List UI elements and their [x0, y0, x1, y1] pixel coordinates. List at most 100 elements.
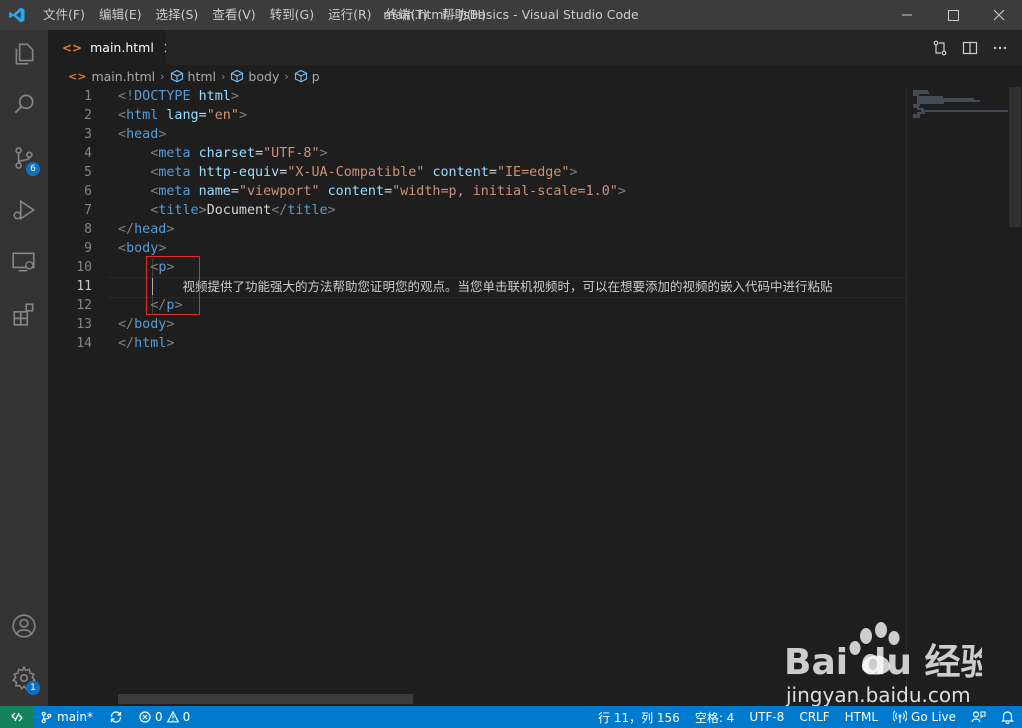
extensions-icon [13, 303, 34, 326]
code-line[interactable]: </body> [118, 315, 906, 334]
status-bar: main* 0 0 行 11，列 156 空格: 4 UTF-8 CRLF HT… [0, 706, 1022, 728]
breadcrumb: <> main.html › html › body › p [48, 65, 908, 87]
eol-setting[interactable]: CRLF [799, 710, 829, 724]
code-token: </ [118, 336, 135, 351]
menu-view[interactable]: 查看(V) [205, 0, 262, 30]
code-editor[interactable]: 1 2 3 4 5 6 7 8 9 10 11 12 13 14 <!DOCTYPE html> <html… [48, 87, 906, 706]
notifications-button[interactable] [1001, 710, 1014, 724]
vertical-scroll-thumb[interactable] [1009, 87, 1021, 227]
code-token: lang [166, 108, 199, 123]
code-line[interactable]: <title>Document</title> [118, 201, 906, 220]
go-live-button[interactable]: Go Live [893, 710, 956, 724]
code-line[interactable]: </head> [118, 220, 906, 239]
activity-accounts[interactable] [0, 602, 48, 650]
menu-selection[interactable]: 选择(S) [149, 0, 206, 30]
feedback-icon [971, 711, 986, 723]
code-token: html [198, 89, 231, 104]
vscode-logo-icon[interactable] [8, 6, 26, 24]
code-token: html [126, 108, 159, 123]
activity-run-debug[interactable] [0, 186, 48, 234]
code-line[interactable]: <head> [118, 125, 906, 144]
watermark-url: jingyan.baidu.com [785, 683, 971, 707]
maximize-icon [948, 10, 959, 21]
code-token: > [158, 241, 167, 256]
minimize-button[interactable] [884, 0, 930, 30]
run-debug-icon [13, 199, 36, 221]
code-line[interactable]: 视频提供了功能强大的方法帮助您证明您的观点。当您单击联机视频时，可以在想要添加的… [118, 277, 906, 296]
menu-edit[interactable]: 编辑(E) [92, 0, 149, 30]
breadcrumb-file[interactable]: <> main.html [68, 69, 155, 84]
code-line[interactable]: <meta charset="UTF-8"> [118, 144, 906, 163]
more-actions-icon[interactable] [992, 40, 1008, 56]
chevron-right-icon: › [160, 69, 165, 83]
activity-remote-explorer[interactable] [0, 238, 48, 286]
activity-explorer[interactable] [0, 30, 48, 78]
language-mode[interactable]: HTML [845, 710, 878, 724]
search-icon [14, 94, 34, 114]
split-editor-icon[interactable] [962, 40, 978, 56]
code-line[interactable]: </html> [118, 334, 906, 353]
feedback-button[interactable] [971, 710, 986, 724]
menu-run[interactable]: 运行(R) [321, 0, 378, 30]
indentation-setting[interactable]: 空格: 4 [695, 709, 735, 726]
title-bar: 文件(F) 编辑(E) 选择(S) 查看(V) 转到(G) 运行(R) 终端(T… [0, 0, 1022, 30]
activity-search[interactable] [0, 80, 48, 128]
line-number: 6 [84, 184, 92, 199]
line-number: 3 [84, 127, 92, 142]
tab-main-html[interactable]: <> main.html [48, 30, 166, 65]
problems-indicator[interactable]: 0 0 [139, 710, 190, 724]
activity-extensions[interactable] [0, 290, 48, 338]
maximize-button[interactable] [930, 0, 976, 30]
tab-close-icon[interactable] [163, 42, 166, 54]
code-content[interactable]: <!DOCTYPE html> <html lang="en"> <head> <m… [118, 87, 906, 353]
open-changes-icon[interactable] [932, 40, 948, 56]
remote-indicator[interactable] [0, 706, 34, 728]
code-token: > [617, 184, 626, 199]
menu-terminal[interactable]: 终端(T) [379, 0, 435, 30]
sync-button[interactable] [109, 710, 123, 724]
close-window-button[interactable] [976, 0, 1022, 30]
code-token: head [134, 222, 167, 237]
menu-help[interactable]: 帮助(H) [435, 0, 493, 30]
code-line[interactable]: </p> [118, 296, 906, 315]
code-token: Document [206, 203, 272, 218]
menu-file[interactable]: 文件(F) [36, 0, 92, 30]
branch-indicator[interactable]: main* [40, 710, 93, 724]
code-token: "UTF-8" [263, 146, 320, 161]
activity-source-control[interactable]: 6 [0, 134, 48, 182]
menu-go[interactable]: 转到(G) [263, 0, 321, 30]
code-token: head [126, 127, 159, 142]
activity-manage[interactable]: 1 [0, 654, 48, 702]
error-icon [139, 711, 151, 723]
code-token: > [569, 165, 578, 180]
encoding-setting[interactable]: UTF-8 [749, 710, 784, 724]
cursor-position[interactable]: 行 11，列 156 [598, 709, 680, 726]
baidu-jingyan-watermark: Bai du 经验 jingyan.baidu.com [784, 622, 982, 707]
code-token: > [166, 317, 175, 332]
code-line[interactable]: <html lang="en"> [118, 106, 906, 125]
code-line[interactable]: <p> [118, 258, 906, 277]
element-cube-icon [170, 69, 183, 83]
code-token: "X-UA-Compatible" [287, 165, 425, 180]
element-cube-icon [231, 69, 244, 83]
breadcrumb-body[interactable]: body [230, 69, 279, 84]
minimize-icon [902, 14, 912, 16]
code-line[interactable]: <meta name="viewport" content="width=p, … [118, 182, 906, 201]
code-line[interactable]: <!DOCTYPE html> [118, 87, 906, 106]
close-icon [993, 9, 1005, 21]
source-control-badge: 6 [26, 162, 40, 176]
code-line[interactable]: <meta http-equiv="X-UA-Compatible" conte… [118, 163, 906, 182]
breadcrumb-html[interactable]: html [170, 69, 216, 84]
vertical-scrollbar[interactable] [1008, 87, 1022, 706]
code-line[interactable]: <body> [118, 239, 906, 258]
breadcrumb-p[interactable]: p [294, 69, 320, 84]
annotation-highlight-box [146, 256, 200, 315]
code-token: > [319, 146, 328, 161]
line-number: 7 [84, 203, 92, 218]
horizontal-scroll-thumb[interactable] [118, 694, 413, 704]
code-token: "IE=edge" [496, 165, 570, 180]
